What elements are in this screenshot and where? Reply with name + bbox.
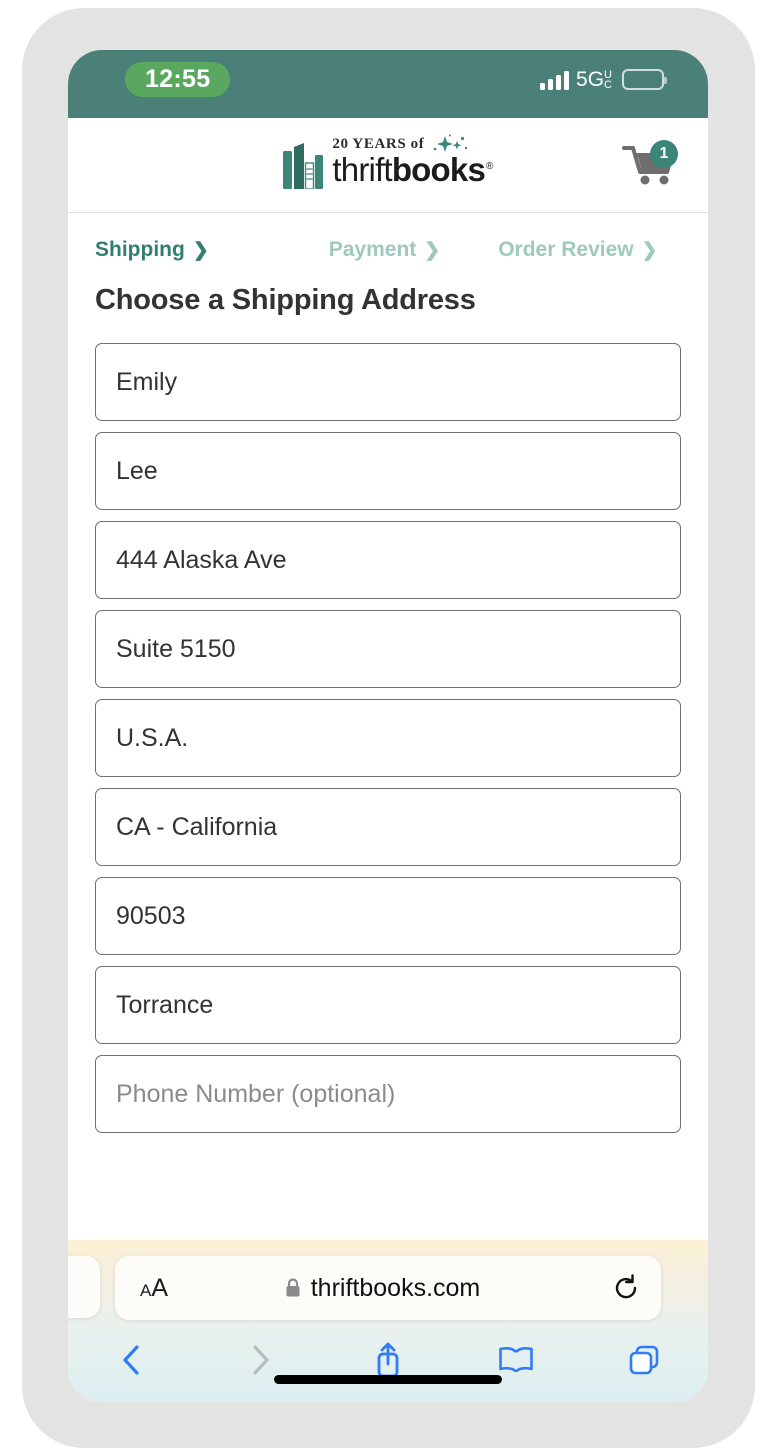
- reload-button[interactable]: [591, 1273, 661, 1303]
- checkout-page: Shipping ❯ Payment ❯ Order Review ❯ Choo…: [68, 213, 708, 1402]
- back-button[interactable]: [68, 1343, 196, 1377]
- breadcrumb-step-shipping[interactable]: Shipping ❯: [95, 238, 209, 262]
- address-line-2-value: Suite 5150: [116, 634, 236, 663]
- phone-number-field[interactable]: Phone Number (optional): [95, 1055, 681, 1133]
- postal-code-value: 90503: [116, 901, 186, 930]
- status-indicators: 5G U C: [540, 68, 667, 91]
- shipping-address-form: Emily Lee 444 Alaska Ave Suite 5150 U.S.…: [95, 343, 681, 1133]
- breadcrumb-step-payment[interactable]: Payment ❯: [329, 238, 440, 262]
- page-title: Choose a Shipping Address: [95, 284, 476, 316]
- thriftbooks-logo[interactable]: 20 YEARS of thrift books ®: [283, 134, 493, 195]
- address-line-2-field[interactable]: Suite 5150: [95, 610, 681, 688]
- site-header: 20 YEARS of thrift books ® 1: [68, 118, 708, 213]
- breadcrumb-step-order-review-label: Order Review: [498, 238, 634, 261]
- state-value: CA - California: [116, 812, 278, 841]
- share-icon: [377, 1342, 399, 1378]
- chevron-right-icon: ❯: [641, 239, 658, 261]
- status-time-pill: 12:55: [125, 62, 231, 97]
- breadcrumb-step-payment-label: Payment: [328, 238, 417, 261]
- postal-code-field[interactable]: 90503: [95, 877, 681, 955]
- bookmarks-button[interactable]: [452, 1345, 580, 1375]
- logo-tagline: 20 YEARS of: [332, 135, 425, 152]
- first-name-value: Emily: [116, 367, 178, 396]
- text-size-small-a: A: [139, 1280, 152, 1300]
- country-value: U.S.A.: [116, 723, 189, 752]
- first-name-field[interactable]: Emily: [95, 343, 681, 421]
- country-field[interactable]: U.S.A.: [95, 699, 681, 777]
- breadcrumb-step-order-review[interactable]: Order Review ❯: [498, 238, 657, 262]
- tabs-icon: [629, 1345, 659, 1375]
- logo-wordmark: thrift books ®: [332, 151, 493, 195]
- chevron-right-icon: ❯: [192, 239, 209, 261]
- battery-icon: [622, 69, 667, 90]
- logo-brand-bold: books: [391, 151, 486, 188]
- url-display[interactable]: thriftbooks.com: [173, 1274, 591, 1303]
- logo-registered-mark: ®: [486, 161, 493, 172]
- lock-icon: [286, 1278, 300, 1297]
- street-address-value: 444 Alaska Ave: [116, 545, 287, 574]
- checkout-breadcrumb: Shipping ❯ Payment ❯ Order Review ❯: [95, 213, 681, 262]
- status-bar: 12:55 5G U C: [68, 50, 708, 118]
- safari-chrome: AA thriftbooks.com: [68, 1240, 708, 1402]
- cart-count-badge: 1: [650, 140, 678, 168]
- phone-screen: 12:55 5G U C 20 YEARS of thrift books ® …: [68, 50, 708, 1402]
- last-name-field[interactable]: Lee: [95, 432, 681, 510]
- forward-icon: [253, 1345, 269, 1375]
- bookmarks-icon: [499, 1347, 533, 1373]
- last-name-value: Lee: [116, 456, 158, 485]
- state-field[interactable]: CA - California: [95, 788, 681, 866]
- network-type-label: 5G U C: [576, 68, 612, 91]
- city-value: Torrance: [116, 990, 214, 1019]
- network-subscript: C: [604, 79, 612, 91]
- status-time: 12:55: [145, 65, 211, 93]
- reload-icon: [615, 1274, 637, 1299]
- cart-button[interactable]: 1: [622, 140, 680, 190]
- chevron-right-icon: ❯: [424, 239, 441, 261]
- text-size-large-a: A: [151, 1273, 169, 1302]
- adjacent-tab-preview[interactable]: [68, 1256, 100, 1318]
- tabs-button[interactable]: [580, 1343, 708, 1377]
- breadcrumb-step-shipping-label: Shipping: [95, 238, 185, 261]
- phone-number-placeholder: Phone Number (optional): [116, 1079, 396, 1108]
- home-indicator: [274, 1375, 502, 1384]
- city-field[interactable]: Torrance: [95, 966, 681, 1044]
- stacked-books-icon: [283, 143, 324, 189]
- share-button[interactable]: [324, 1340, 452, 1380]
- back-icon: [123, 1345, 139, 1375]
- signal-bars-icon: [540, 70, 570, 90]
- url-bar[interactable]: AA thriftbooks.com: [115, 1256, 661, 1320]
- url-text: thriftbooks.com: [310, 1273, 481, 1302]
- logo-brand-light: thrift: [332, 151, 392, 188]
- forward-button[interactable]: [196, 1343, 324, 1377]
- street-address-field[interactable]: 444 Alaska Ave: [95, 521, 681, 599]
- network-label-text: 5G: [576, 68, 605, 91]
